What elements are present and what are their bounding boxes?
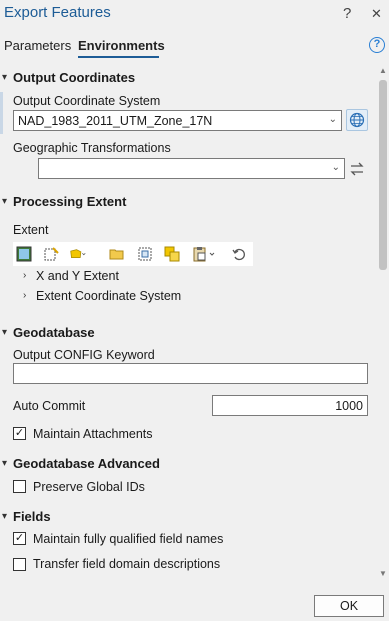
help-button[interactable]: ? bbox=[343, 5, 351, 22]
section-fields[interactable]: Fields bbox=[13, 509, 51, 524]
close-button[interactable]: ✕ bbox=[371, 6, 382, 22]
output-config-keyword-label: Output CONFIG Keyword bbox=[13, 348, 155, 362]
qualified-field-names-checkbox[interactable]: ✓ bbox=[13, 532, 26, 545]
collapse-caret-icon[interactable]: ▾ bbox=[2, 327, 7, 338]
help-icon[interactable]: ? bbox=[369, 37, 385, 53]
layer-extent-dropdown-icon[interactable] bbox=[70, 246, 86, 262]
union-extent-icon[interactable] bbox=[164, 246, 180, 262]
qualified-field-names-label: Maintain fully qualified field names bbox=[33, 532, 224, 546]
current-display-extent-icon[interactable] bbox=[16, 246, 32, 262]
auto-commit-input[interactable]: 1000 bbox=[212, 395, 368, 416]
section-geodatabase-advanced[interactable]: Geodatabase Advanced bbox=[13, 456, 160, 471]
chevron-right-icon[interactable]: › bbox=[23, 290, 26, 301]
reset-extent-icon[interactable] bbox=[231, 246, 247, 262]
chevron-right-icon[interactable]: › bbox=[23, 270, 26, 281]
browse-folder-icon[interactable] bbox=[109, 246, 125, 262]
vertical-scrollbar[interactable]: ▲ ▼ bbox=[376, 66, 389, 581]
transfer-domain-descriptions-checkbox[interactable] bbox=[13, 558, 26, 571]
output-coordinate-system-label: Output Coordinate System bbox=[13, 94, 161, 108]
scrollbar-thumb[interactable] bbox=[379, 80, 387, 270]
title-bar: Export Features ? ✕ bbox=[0, 0, 389, 28]
window-title: Export Features bbox=[4, 4, 111, 21]
auto-commit-label: Auto Commit bbox=[13, 399, 86, 413]
collapse-caret-icon[interactable]: ▾ bbox=[2, 72, 7, 83]
preserve-global-ids-checkbox[interactable] bbox=[13, 480, 26, 493]
scroll-down-arrow-icon[interactable]: ▼ bbox=[379, 569, 387, 578]
swap-transformations-icon[interactable] bbox=[349, 161, 365, 177]
coordinate-system-properties-button[interactable] bbox=[346, 109, 368, 131]
maintain-attachments-checkbox[interactable]: ✓ bbox=[13, 427, 26, 440]
geographic-transformations-select[interactable]: ⌄ bbox=[38, 158, 345, 179]
ok-button[interactable]: OK bbox=[314, 595, 384, 617]
chevron-down-icon: ⌄ bbox=[328, 114, 337, 125]
collapse-caret-icon[interactable]: ▾ bbox=[2, 458, 7, 469]
selection-extent-icon[interactable] bbox=[137, 246, 153, 262]
xy-extent-item[interactable]: X and Y Extent bbox=[36, 269, 119, 283]
collapse-caret-icon[interactable]: ▾ bbox=[2, 511, 7, 522]
maintain-attachments-label: Maintain Attachments bbox=[33, 427, 153, 441]
section-output-coordinates[interactable]: Output Coordinates bbox=[13, 70, 135, 85]
paste-extent-dropdown-icon[interactable] bbox=[192, 246, 218, 262]
extent-coordinate-system-item[interactable]: Extent Coordinate System bbox=[36, 289, 181, 303]
chevron-down-icon: ⌄ bbox=[331, 162, 340, 173]
active-tab-indicator bbox=[78, 56, 159, 58]
auto-commit-value: 1000 bbox=[335, 399, 363, 413]
output-coordinate-system-select[interactable]: NAD_1983_2011_UTM_Zone_17N ⌄ bbox=[13, 110, 342, 131]
extent-label: Extent bbox=[13, 223, 49, 237]
preserve-global-ids-label: Preserve Global IDs bbox=[33, 480, 145, 494]
transfer-domain-descriptions-label: Transfer field domain descriptions bbox=[33, 557, 221, 571]
section-geodatabase[interactable]: Geodatabase bbox=[13, 325, 95, 340]
tab-environments[interactable]: Environments bbox=[78, 38, 165, 53]
globe-icon bbox=[349, 112, 365, 128]
active-row-indicator bbox=[0, 92, 3, 134]
tab-bar: Parameters Environments bbox=[0, 36, 389, 58]
scroll-up-arrow-icon[interactable]: ▲ bbox=[379, 66, 387, 75]
output-config-keyword-input[interactable] bbox=[13, 363, 368, 384]
tab-parameters[interactable]: Parameters bbox=[4, 38, 71, 53]
ocs-value: NAD_1983_2011_UTM_Zone_17N bbox=[18, 114, 213, 128]
collapse-caret-icon[interactable]: ▾ bbox=[2, 196, 7, 207]
draw-extent-icon[interactable] bbox=[43, 246, 59, 262]
section-processing-extent[interactable]: Processing Extent bbox=[13, 194, 126, 209]
geographic-transformations-label: Geographic Transformations bbox=[13, 141, 171, 155]
environments-panel: ▾ Output Coordinates Output Coordinate S… bbox=[0, 60, 376, 585]
